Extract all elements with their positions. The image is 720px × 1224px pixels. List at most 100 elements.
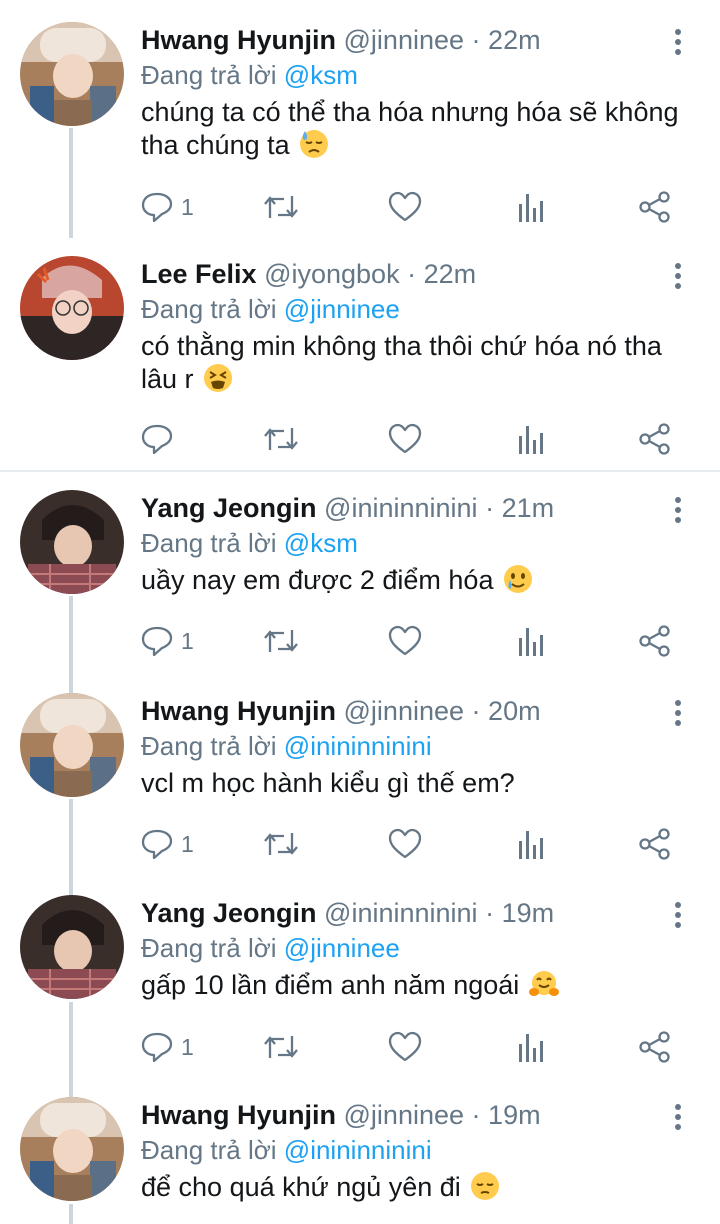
retweet-icon[interactable] bbox=[262, 190, 300, 224]
like-icon[interactable] bbox=[388, 422, 422, 456]
avatar[interactable] bbox=[20, 490, 124, 594]
timestamp[interactable]: 22m bbox=[488, 25, 541, 55]
analytics-icon[interactable] bbox=[516, 827, 546, 861]
mention-link[interactable]: @ksm bbox=[284, 528, 358, 558]
share-icon[interactable] bbox=[638, 827, 672, 861]
reply-context: Đang trả lời @ksm bbox=[141, 58, 358, 92]
share-button[interactable] bbox=[638, 419, 672, 459]
analytics-button[interactable] bbox=[516, 419, 546, 459]
more-options-icon[interactable] bbox=[663, 899, 693, 933]
analytics-icon[interactable] bbox=[516, 190, 546, 224]
share-button[interactable] bbox=[638, 824, 672, 864]
analytics-icon[interactable] bbox=[516, 422, 546, 456]
mention-link[interactable]: @jinninee bbox=[284, 294, 400, 324]
like-button[interactable] bbox=[388, 187, 422, 227]
like-icon[interactable] bbox=[388, 1030, 422, 1064]
reply-icon[interactable] bbox=[140, 827, 174, 861]
tweet-text-content: chúng ta có thể tha hóa nhưng hóa sẽ khô… bbox=[141, 97, 679, 160]
reply-icon[interactable] bbox=[140, 624, 174, 658]
mention-link[interactable]: @inininninini bbox=[284, 1135, 432, 1165]
retweet-button[interactable] bbox=[262, 419, 300, 459]
like-icon[interactable] bbox=[388, 190, 422, 224]
tweet[interactable]: Hwang Hyunjin @jinninee · 22m Đang trả l… bbox=[0, 22, 720, 242]
display-name[interactable]: Lee Felix bbox=[141, 259, 257, 289]
retweet-button[interactable] bbox=[262, 621, 300, 661]
share-button[interactable] bbox=[638, 1027, 672, 1067]
username[interactable]: @jinninee bbox=[344, 1100, 465, 1130]
reply-icon[interactable] bbox=[140, 422, 174, 456]
analytics-button[interactable] bbox=[516, 824, 546, 864]
analytics-icon[interactable] bbox=[516, 1030, 546, 1064]
avatar[interactable] bbox=[20, 895, 124, 999]
reply-icon[interactable] bbox=[140, 1030, 174, 1064]
username[interactable]: @inininninini bbox=[324, 898, 478, 928]
reply-button[interactable]: 1 bbox=[140, 824, 194, 864]
tweet-text: để cho quá khứ ngủ yên đi bbox=[141, 1171, 681, 1204]
tweet-text-content: uầy nay em được 2 điểm hóa bbox=[141, 565, 494, 595]
avatar[interactable] bbox=[20, 693, 124, 797]
avatar[interactable] bbox=[20, 256, 124, 360]
display-name[interactable]: Hwang Hyunjin bbox=[141, 25, 336, 55]
reply-context: Đang trả lời @inininninini bbox=[141, 1133, 432, 1167]
analytics-button[interactable] bbox=[516, 1027, 546, 1067]
username[interactable]: @iyongbok bbox=[264, 259, 400, 289]
separator-dot: · bbox=[471, 1100, 481, 1130]
like-button[interactable] bbox=[388, 621, 422, 661]
username[interactable]: @jinninee bbox=[344, 696, 465, 726]
share-icon[interactable] bbox=[638, 190, 672, 224]
retweet-button[interactable] bbox=[262, 824, 300, 864]
share-icon[interactable] bbox=[638, 624, 672, 658]
like-button[interactable] bbox=[388, 419, 422, 459]
mention-link[interactable]: @ksm bbox=[284, 60, 358, 90]
like-icon[interactable] bbox=[388, 624, 422, 658]
retweet-button[interactable] bbox=[262, 187, 300, 227]
timestamp[interactable]: 20m bbox=[488, 696, 541, 726]
tweet[interactable]: Hwang Hyunjin @jinninee · 20m Đang trả l… bbox=[0, 693, 720, 893]
analytics-icon[interactable] bbox=[516, 624, 546, 658]
timestamp[interactable]: 21m bbox=[502, 493, 555, 523]
tweet[interactable]: Hwang Hyunjin @jinninee · 19m Đang trả l… bbox=[0, 1097, 720, 1224]
like-button[interactable] bbox=[388, 824, 422, 864]
avatar[interactable] bbox=[20, 1097, 124, 1201]
timestamp[interactable]: 19m bbox=[488, 1100, 541, 1130]
share-button[interactable] bbox=[638, 187, 672, 227]
mention-link[interactable]: @jinninee bbox=[284, 933, 400, 963]
reply-icon[interactable] bbox=[140, 190, 174, 224]
username[interactable]: @inininninini bbox=[324, 493, 478, 523]
tweet[interactable]: Yang Jeongin @inininninini · 21m Đang tr… bbox=[0, 490, 720, 690]
more-options-icon[interactable] bbox=[663, 697, 693, 731]
like-button[interactable] bbox=[388, 1027, 422, 1067]
tweet-text: chúng ta có thể tha hóa nhưng hóa sẽ khô… bbox=[141, 96, 681, 162]
display-name[interactable]: Yang Jeongin bbox=[141, 898, 317, 928]
reply-button[interactable]: 1 bbox=[140, 621, 194, 661]
mention-link[interactable]: @inininninini bbox=[284, 731, 432, 761]
retweet-icon[interactable] bbox=[262, 624, 300, 658]
like-icon[interactable] bbox=[388, 827, 422, 861]
reply-button[interactable]: 1 bbox=[140, 187, 194, 227]
share-button[interactable] bbox=[638, 621, 672, 661]
pensive-face-icon bbox=[470, 1171, 500, 1201]
retweet-icon[interactable] bbox=[262, 1030, 300, 1064]
username[interactable]: @jinninee bbox=[344, 25, 465, 55]
share-icon[interactable] bbox=[638, 422, 672, 456]
more-options-icon[interactable] bbox=[663, 26, 693, 60]
more-options-icon[interactable] bbox=[663, 260, 693, 294]
more-options-icon[interactable] bbox=[663, 494, 693, 528]
tweet[interactable]: Lee Felix @iyongbok · 22m Đang trả lời @… bbox=[0, 256, 720, 466]
retweet-icon[interactable] bbox=[262, 422, 300, 456]
reply-button[interactable] bbox=[140, 419, 181, 459]
display-name[interactable]: Hwang Hyunjin bbox=[141, 1100, 336, 1130]
retweet-button[interactable] bbox=[262, 1027, 300, 1067]
analytics-button[interactable] bbox=[516, 621, 546, 661]
share-icon[interactable] bbox=[638, 1030, 672, 1064]
timestamp[interactable]: 19m bbox=[502, 898, 555, 928]
analytics-button[interactable] bbox=[516, 187, 546, 227]
tweet[interactable]: Yang Jeongin @inininninini · 19m Đang tr… bbox=[0, 895, 720, 1095]
more-options-icon[interactable] bbox=[663, 1101, 693, 1135]
display-name[interactable]: Yang Jeongin bbox=[141, 493, 317, 523]
timestamp[interactable]: 22m bbox=[424, 259, 477, 289]
avatar[interactable] bbox=[20, 22, 124, 126]
retweet-icon[interactable] bbox=[262, 827, 300, 861]
reply-button[interactable]: 1 bbox=[140, 1027, 194, 1067]
display-name[interactable]: Hwang Hyunjin bbox=[141, 696, 336, 726]
